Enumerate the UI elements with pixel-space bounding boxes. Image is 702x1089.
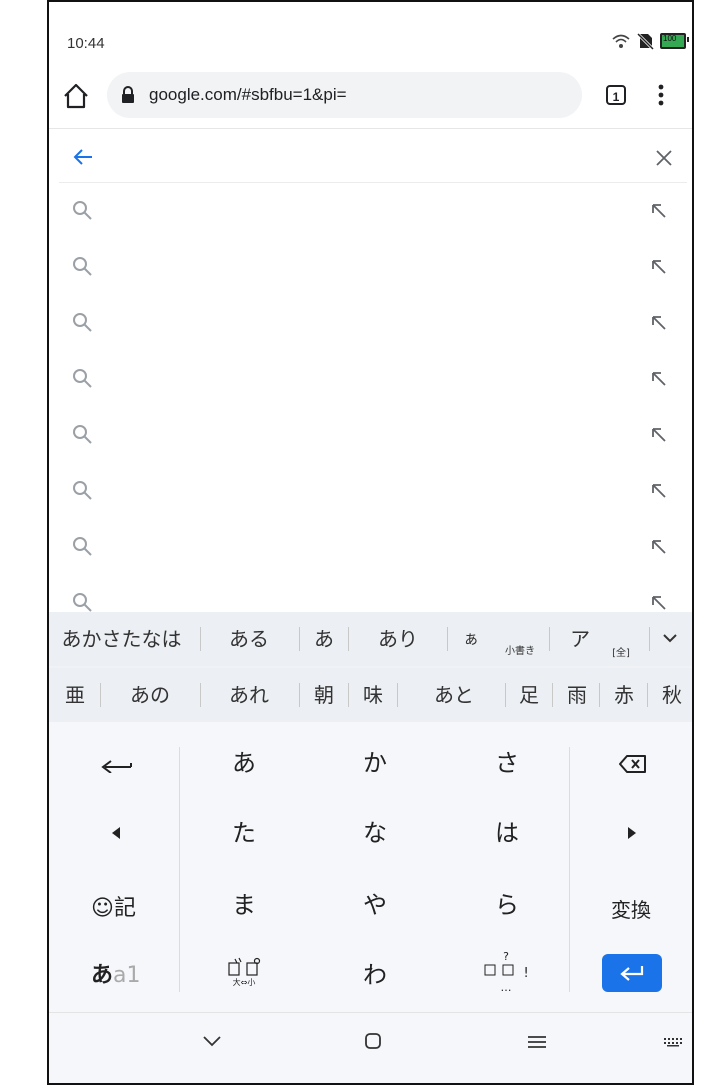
candidate-katakana[interactable]: ア[全]	[553, 612, 647, 666]
key-sa[interactable]: さ	[457, 735, 557, 791]
smiley-icon: ☺	[91, 896, 114, 921]
fill-query-arrow-icon[interactable]	[651, 427, 667, 443]
search-icon	[73, 537, 92, 556]
suggestion-row[interactable]	[49, 575, 692, 615]
candidate[interactable]: 赤	[602, 668, 646, 722]
candidate-bar-1: あかさたなは ある あ あり ぁ小書き ア[全]	[49, 612, 692, 666]
key-ha[interactable]: は	[457, 805, 557, 861]
suggestion-row[interactable]	[49, 519, 692, 575]
device-screen: 10:44 100 google.com/#sbfbu=1&pi= 1 あかさた…	[47, 0, 694, 1085]
key-wa[interactable]: わ	[325, 947, 425, 1003]
search-row	[49, 132, 692, 182]
browser-toolbar: google.com/#sbfbu=1&pi= 1	[49, 66, 692, 129]
candidate[interactable]: 秋	[650, 668, 692, 722]
candidate[interactable]: あかさたなは	[49, 612, 194, 666]
key-a[interactable]: あ	[194, 735, 294, 791]
fill-query-arrow-icon[interactable]	[651, 539, 667, 555]
search-icon	[73, 201, 92, 220]
suggestion-row[interactable]	[49, 407, 692, 463]
candidate[interactable]: あれ	[205, 668, 293, 722]
candidate-small-kana[interactable]: ぁ小書き	[451, 612, 547, 666]
search-icon	[73, 425, 92, 444]
battery-level: 100	[663, 34, 677, 43]
hide-keyboard-chevron-icon[interactable]	[202, 1035, 222, 1047]
suggestion-row[interactable]	[49, 295, 692, 351]
key-ma[interactable]: ま	[194, 877, 294, 933]
candidate[interactable]: あり	[351, 612, 445, 666]
recents-menu-icon[interactable]	[527, 1035, 547, 1049]
fill-query-arrow-icon[interactable]	[651, 595, 667, 611]
address-bar[interactable]: google.com/#sbfbu=1&pi=	[107, 72, 582, 118]
candidate-bar-2: 亜 あの あれ 朝 味 あと 足 雨 赤 秋	[49, 668, 692, 722]
key-ta[interactable]: た	[194, 805, 294, 861]
more-menu-icon[interactable]	[653, 80, 669, 110]
wifi-icon	[612, 34, 630, 48]
no-sim-icon	[636, 32, 654, 50]
search-icon	[73, 257, 92, 276]
emoji-symbol-key[interactable]: ☺記	[91, 890, 136, 922]
punctuation-key[interactable]: ? ! …	[469, 950, 543, 1002]
cursor-left-icon[interactable]	[111, 826, 121, 840]
backspace-icon[interactable]	[619, 754, 647, 774]
status-icons: 100	[612, 32, 689, 50]
candidate[interactable]: あと	[409, 668, 499, 722]
candidate[interactable]: 亜	[57, 668, 93, 722]
status-time: 10:44	[67, 35, 105, 52]
keyboard-switch-icon[interactable]	[663, 1037, 683, 1047]
cursor-right-icon[interactable]	[627, 826, 637, 840]
candidate[interactable]: ある	[204, 612, 294, 666]
key-ka[interactable]: か	[325, 735, 425, 791]
search-icon	[73, 593, 92, 612]
back-arrow-icon[interactable]	[73, 148, 93, 166]
search-input[interactable]	[109, 140, 633, 174]
dakuten-icon	[228, 957, 261, 976]
enter-button[interactable]	[602, 954, 662, 992]
candidate[interactable]: あ	[301, 612, 347, 666]
battery-icon: 100	[660, 33, 689, 49]
close-icon[interactable]	[655, 149, 673, 167]
input-mode-key[interactable]: あa1	[91, 957, 141, 989]
punctuation-icon	[484, 964, 514, 976]
suggestion-row[interactable]	[49, 463, 692, 519]
url-text: google.com/#sbfbu=1&pi=	[149, 85, 347, 104]
candidate[interactable]: 足	[507, 668, 551, 722]
undo-arrow-icon[interactable]	[99, 757, 133, 773]
suggestion-row[interactable]	[49, 239, 692, 295]
candidate[interactable]: 朝	[302, 668, 346, 722]
fill-query-arrow-icon[interactable]	[651, 315, 667, 331]
chevron-down-icon[interactable]	[662, 632, 678, 644]
dakuten-key[interactable]: 大⇔小	[224, 957, 264, 988]
home-button-icon[interactable]	[364, 1032, 382, 1050]
search-icon	[73, 369, 92, 388]
search-icon	[73, 481, 92, 500]
convert-key[interactable]: 変換	[611, 894, 651, 923]
tab-switcher-button[interactable]: 1	[606, 85, 626, 105]
fill-query-arrow-icon[interactable]	[651, 371, 667, 387]
candidate[interactable]: 雨	[555, 668, 599, 722]
lock-icon	[122, 86, 134, 103]
key-ra[interactable]: ら	[457, 877, 557, 933]
fill-query-arrow-icon[interactable]	[651, 483, 667, 499]
candidate[interactable]: あの	[107, 668, 193, 722]
key-na[interactable]: な	[325, 805, 425, 861]
key-ya[interactable]: や	[325, 877, 425, 933]
candidate[interactable]: 味	[351, 668, 395, 722]
fill-query-arrow-icon[interactable]	[651, 259, 667, 275]
fill-query-arrow-icon[interactable]	[651, 203, 667, 219]
home-icon[interactable]	[62, 82, 90, 110]
enter-icon	[620, 966, 644, 981]
search-icon	[73, 313, 92, 332]
suggestion-row[interactable]	[49, 351, 692, 407]
suggestion-row[interactable]	[49, 183, 692, 239]
status-bar: 10:44 100	[49, 2, 692, 62]
system-nav-bar	[49, 1012, 692, 1083]
